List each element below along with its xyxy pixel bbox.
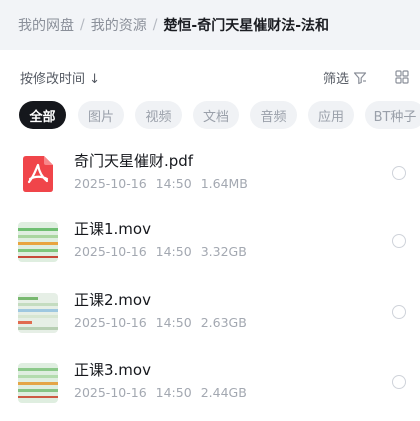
- chip-documents[interactable]: 文档: [193, 101, 239, 129]
- file-name: 正课1.mov: [74, 220, 151, 238]
- file-row[interactable]: 奇门天星催财.pdf 2025-10-16 14:50 1.64MB: [0, 146, 420, 212]
- pdf-icon: [18, 154, 58, 194]
- file-name: 奇门天星催财.pdf: [74, 152, 194, 170]
- chip-audio[interactable]: 音频: [250, 101, 297, 129]
- file-size: 2.63GB: [200, 315, 247, 330]
- file-date: 2025-10-16: [74, 385, 147, 400]
- file-meta: 2025-10-16 14:50 2.63GB: [74, 315, 247, 330]
- file-time: 14:50: [155, 315, 192, 330]
- grid-view-icon[interactable]: [395, 70, 409, 84]
- file-name: 正课3.mov: [74, 361, 151, 379]
- select-radio[interactable]: [392, 166, 406, 180]
- file-size: 1.64MB: [200, 176, 248, 191]
- chip-images[interactable]: 图片: [78, 101, 124, 129]
- file-row[interactable]: 正课2.mov 2025-10-16 14:50 2.63GB: [0, 285, 420, 351]
- file-row[interactable]: 正课1.mov 2025-10-16 14:50 3.32GB: [0, 214, 420, 280]
- chip-videos[interactable]: 视频: [135, 101, 182, 129]
- filter-label: 筛选: [323, 72, 350, 87]
- breadcrumb: 我的网盘 / 我的资源 / 楚恒-奇门天星催财法-法和: [0, 0, 420, 50]
- file-size: 3.32GB: [200, 244, 247, 259]
- video-thumbnail: [18, 222, 58, 262]
- breadcrumb-my-resources[interactable]: 我的资源: [91, 15, 147, 35]
- select-radio[interactable]: [392, 375, 406, 389]
- breadcrumb-my-drive[interactable]: 我的网盘: [18, 15, 74, 35]
- select-radio[interactable]: [392, 305, 406, 319]
- file-date: 2025-10-16: [74, 176, 147, 191]
- breadcrumb-current-folder: 楚恒-奇门天星催财法-法和: [163, 18, 330, 34]
- filter-button[interactable]: 筛选: [323, 68, 367, 87]
- file-time: 14:50: [155, 385, 192, 400]
- file-name: 正课2.mov: [74, 291, 151, 309]
- file-size: 2.44GB: [200, 385, 247, 400]
- breadcrumb-separator: /: [152, 17, 158, 33]
- file-time: 14:50: [155, 244, 192, 259]
- chip-apps[interactable]: 应用: [308, 101, 354, 129]
- file-date: 2025-10-16: [74, 315, 147, 330]
- video-thumbnail: [18, 363, 58, 403]
- chip-all[interactable]: 全部: [19, 101, 66, 129]
- file-date: 2025-10-16: [74, 244, 147, 259]
- chip-bt-torrents[interactable]: BT种子: [365, 101, 420, 129]
- file-row[interactable]: 正课3.mov 2025-10-16 14:50 2.44GB: [0, 355, 420, 421]
- file-meta: 2025-10-16 14:50 2.44GB: [74, 385, 247, 400]
- file-meta: 2025-10-16 14:50 3.32GB: [74, 244, 247, 259]
- video-thumbnail: [18, 293, 58, 333]
- select-radio[interactable]: [392, 234, 406, 248]
- breadcrumb-separator: /: [80, 17, 85, 33]
- file-browser: 我的网盘 / 我的资源 / 楚恒-奇门天星催财法-法和 按修改时间 ↓ 筛选 全…: [0, 0, 420, 421]
- toolbar: 按修改时间 ↓ 筛选: [0, 60, 420, 94]
- category-chips: 全部 图片 视频 文档 音频 应用 BT种子: [0, 101, 420, 131]
- sort-button[interactable]: 按修改时间 ↓: [20, 68, 100, 87]
- filter-icon: [353, 71, 367, 84]
- file-meta: 2025-10-16 14:50 1.64MB: [74, 176, 248, 191]
- file-time: 14:50: [155, 176, 192, 191]
